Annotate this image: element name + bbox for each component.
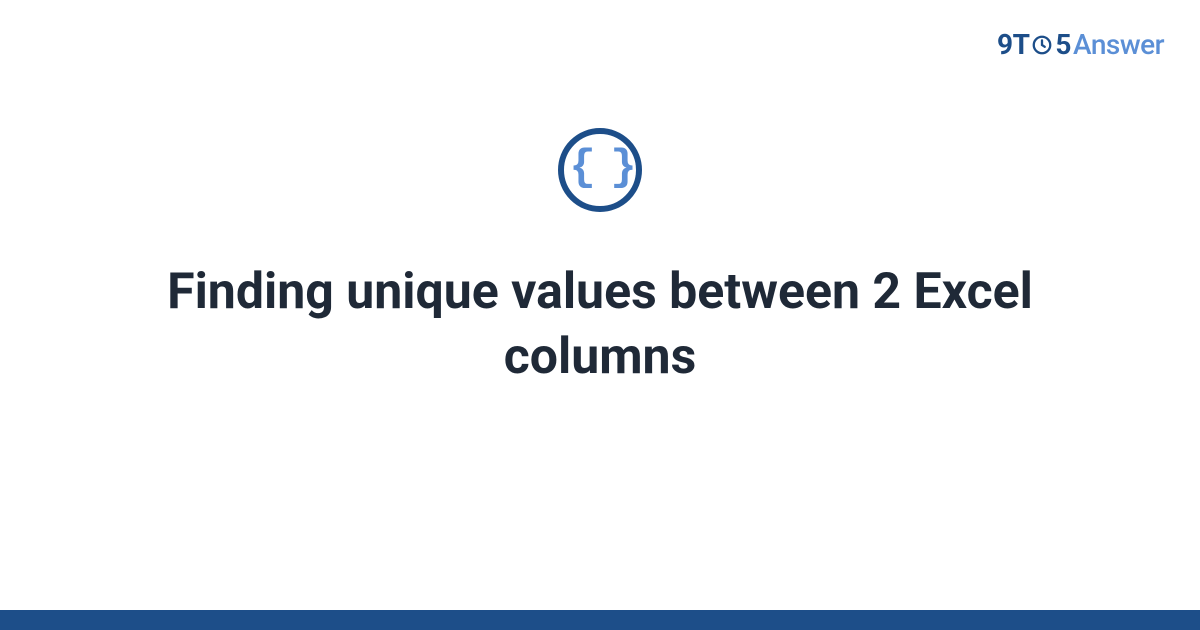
main-content: { } Finding unique values between 2 Exce… [0,128,1200,390]
bottom-accent-bar [0,610,1200,630]
logo-text-answer: Answer [1073,28,1164,61]
category-badge-icon: { } [558,128,642,212]
clock-icon [1030,33,1054,57]
logo-text-5: 5 [1055,28,1071,61]
code-braces-icon: { } [569,146,630,190]
logo-text-9t: 9T [997,28,1029,61]
site-logo: 9T 5 Answer [997,28,1164,61]
page-title: Finding unique values between 2 Excel co… [100,260,1100,390]
